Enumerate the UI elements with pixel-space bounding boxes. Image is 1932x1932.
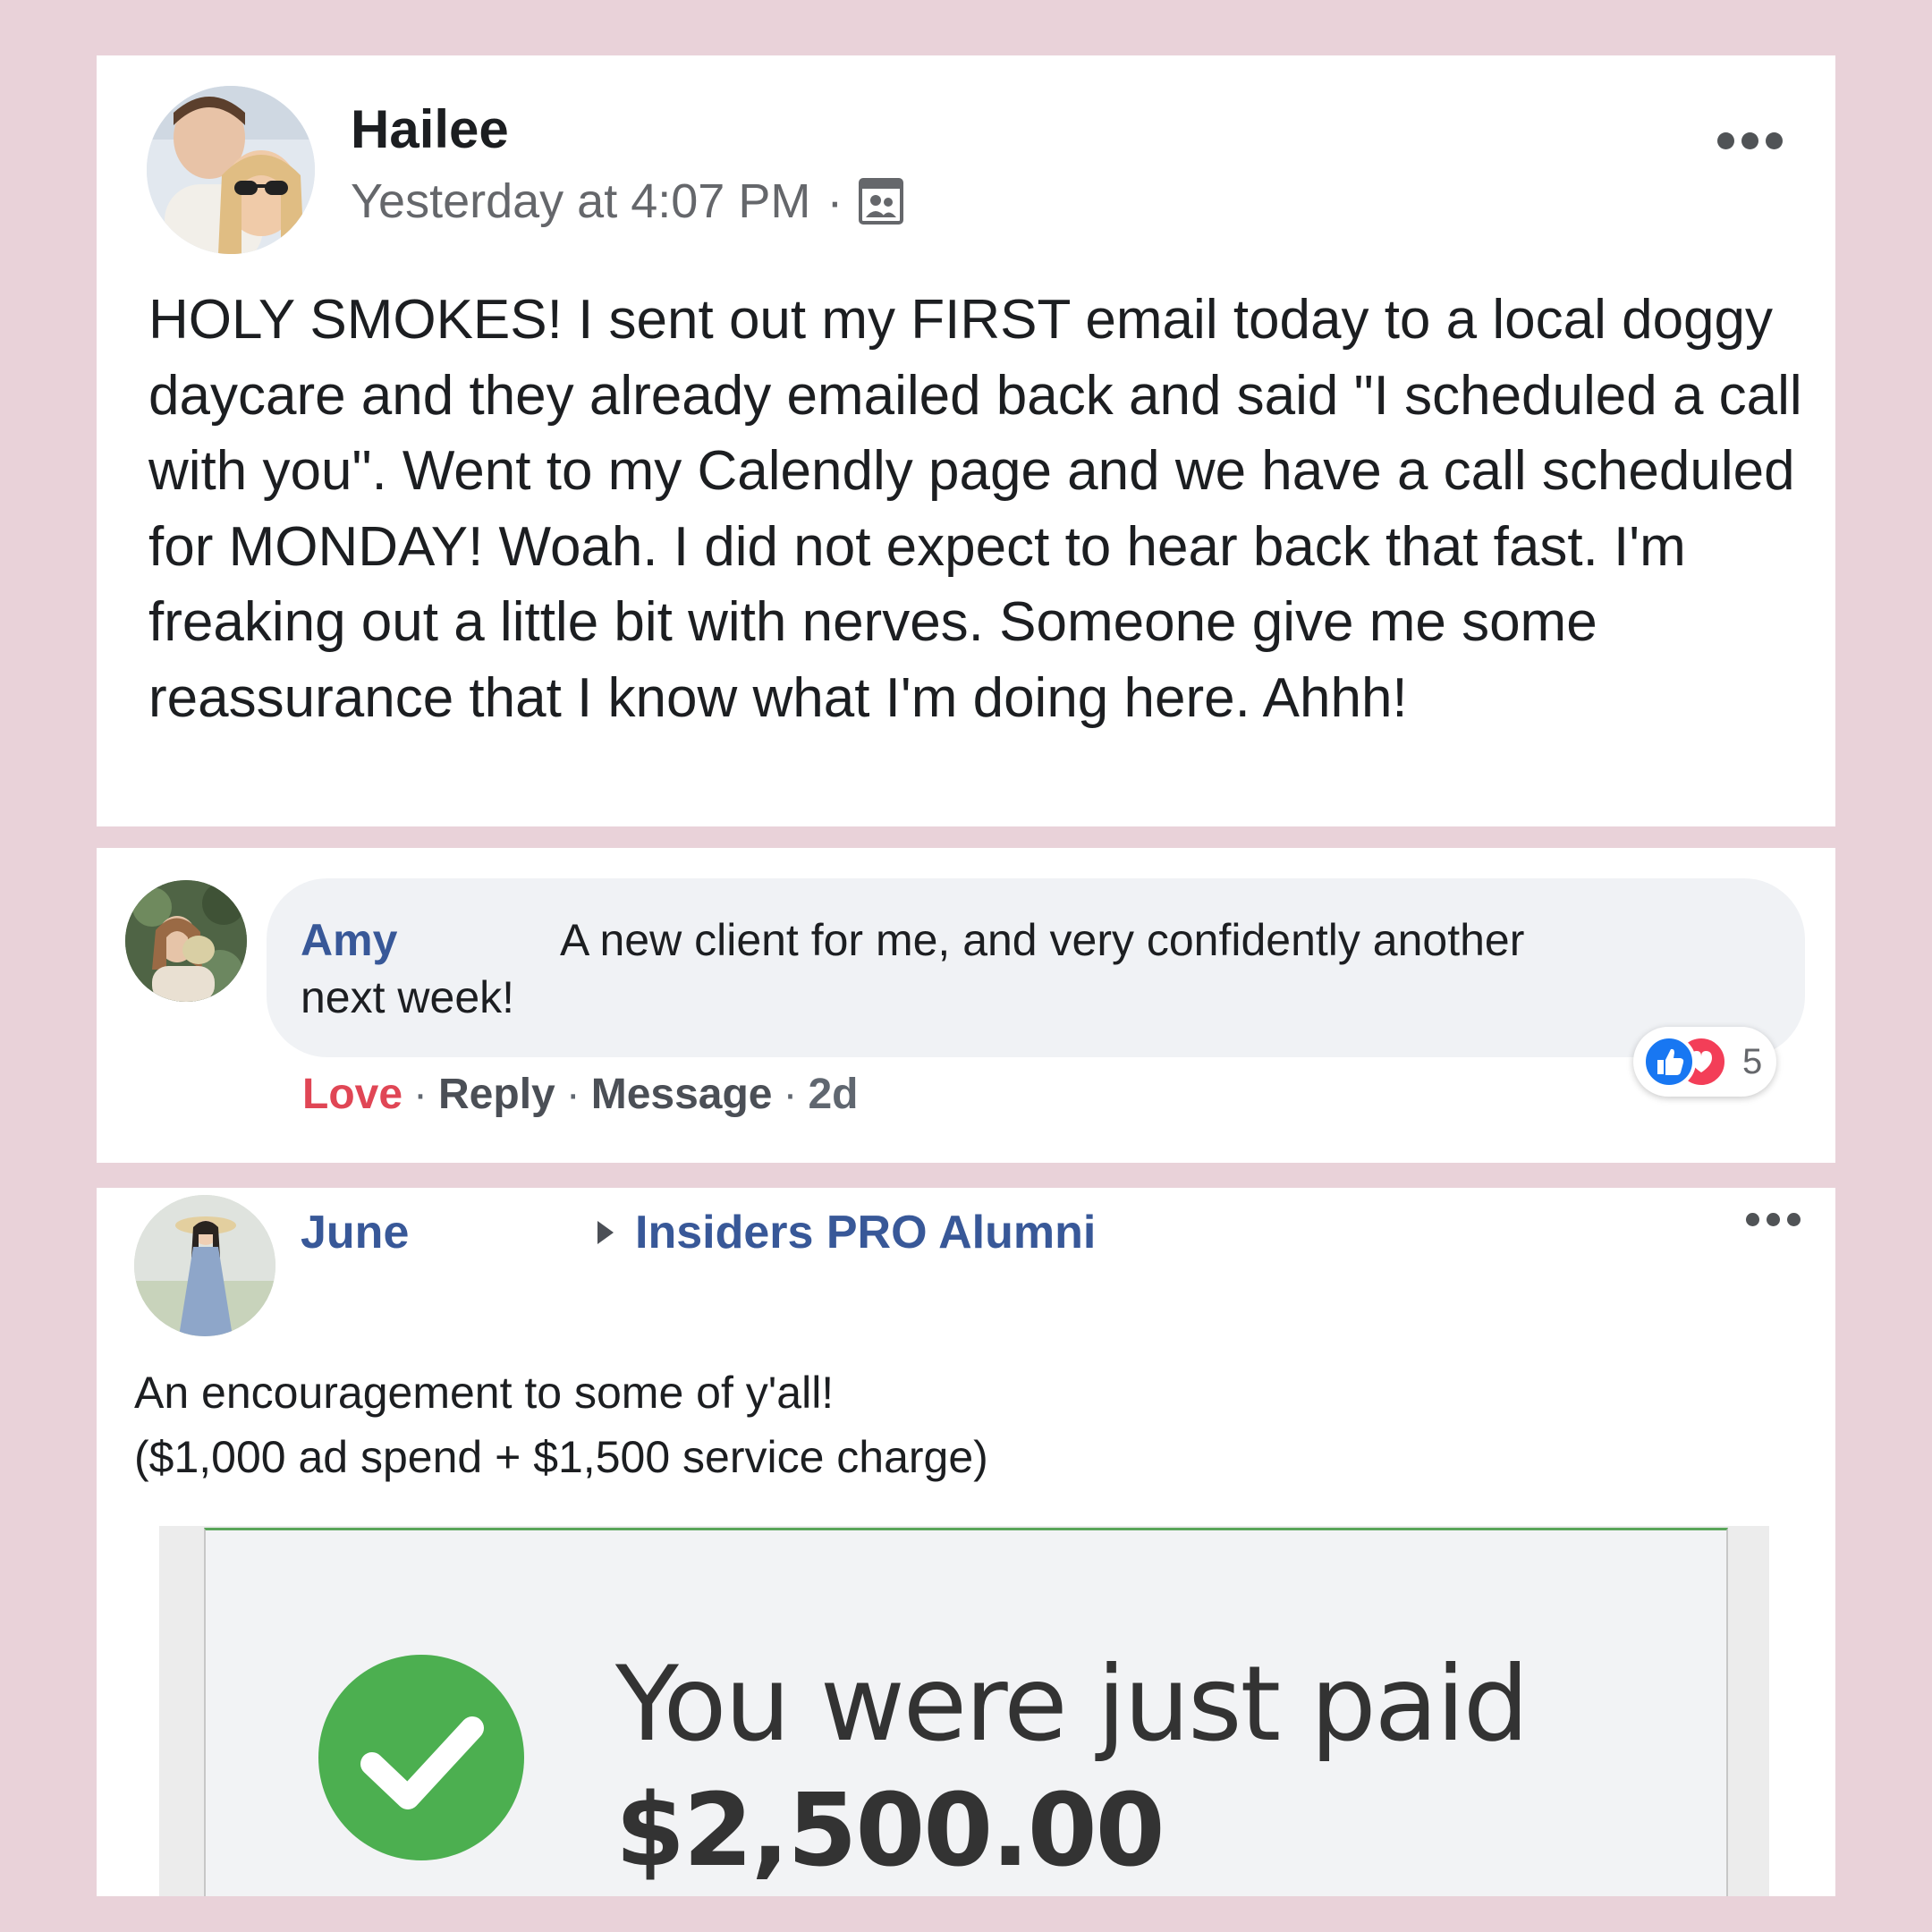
comment-card-amy: Amy A new client for me, and very confid… <box>97 848 1835 1163</box>
post-text: An encouragement to some of y'all! <box>134 1368 835 1418</box>
comment-author[interactable]: Amy <box>301 914 397 966</box>
avatar-photo <box>134 1195 275 1336</box>
avatar[interactable] <box>147 86 315 254</box>
group-name[interactable]: Insiders PRO Alumni <box>635 1206 1096 1259</box>
reply-link[interactable]: Reply <box>438 1070 555 1119</box>
group-audience-icon[interactable] <box>859 178 904 225</box>
love-reaction-link[interactable]: Love <box>302 1070 402 1119</box>
more-options-icon[interactable] <box>1746 1213 1801 1226</box>
avatar-photo <box>147 86 315 254</box>
meta-separator: · <box>826 174 843 228</box>
reaction-summary[interactable]: 5 <box>1633 1027 1777 1097</box>
action-separator: · <box>783 1071 798 1118</box>
action-separator: · <box>413 1071 428 1118</box>
action-separator: · <box>565 1071 580 1118</box>
reaction-count: 5 <box>1742 1041 1763 1081</box>
payment-title: You were just paid <box>615 1644 1530 1765</box>
comment-age[interactable]: 2d <box>808 1070 858 1119</box>
post-text: HOLY SMOKES! I sent out my FIRST email t… <box>148 289 1802 729</box>
comment-actions: Love · Reply · Message · 2d <box>302 1070 859 1119</box>
comment-bubble: Amy A new client for me, and very confid… <box>267 878 1805 1057</box>
caret-right-icon <box>597 1221 614 1244</box>
avatar[interactable] <box>125 880 247 1002</box>
author-name[interactable]: June <box>301 1206 409 1259</box>
post-meta: Yesterday at 4:07 PM · <box>351 174 904 229</box>
reaction-icons <box>1642 1035 1728 1089</box>
post-text-continued: ($1,000 ad spend + $1,500 service charge… <box>134 1432 988 1482</box>
message-link[interactable]: Message <box>591 1070 773 1119</box>
comment-text-continued: next week! <box>301 972 515 1022</box>
avatar-photo <box>125 880 247 1002</box>
author-name[interactable]: Hailee <box>351 98 509 160</box>
group-link[interactable]: Insiders PRO Alumni <box>597 1206 1096 1259</box>
more-options-icon[interactable] <box>1717 132 1783 149</box>
check-circle-icon <box>318 1655 524 1860</box>
post-card-hailee: Hailee Yesterday at 4:07 PM · HOLY SMOKE… <box>97 55 1835 826</box>
post-card-june: June Insiders PRO Alumni An encouragemen… <box>97 1188 1835 1896</box>
post-timestamp[interactable]: Yesterday at 4:07 PM <box>351 174 810 229</box>
payment-amount: $2,500.00 <box>615 1773 1165 1889</box>
avatar[interactable] <box>134 1195 275 1336</box>
comment-text: A new client for me, and very confidentl… <box>560 915 1525 965</box>
